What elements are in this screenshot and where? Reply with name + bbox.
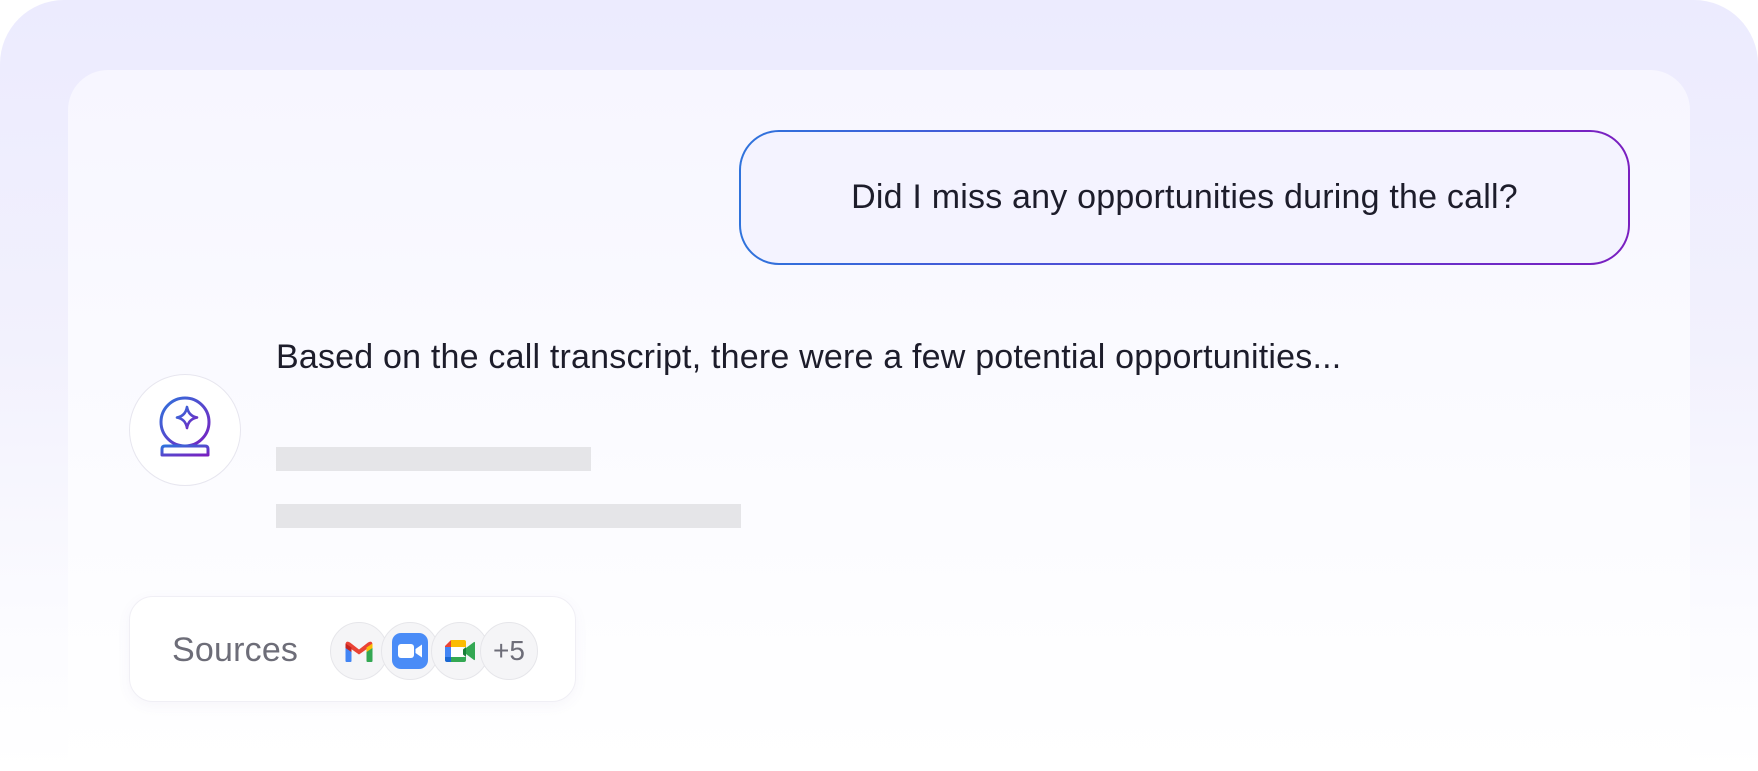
user-message-text: Did I miss any opportunities during the … xyxy=(741,132,1628,263)
sources-label: Sources xyxy=(172,631,299,669)
assistant-avatar xyxy=(129,374,241,486)
crystal-ball-sparkle-icon xyxy=(155,395,215,466)
assistant-answer-text: Based on the call transcript, there were… xyxy=(276,338,1342,376)
loading-line xyxy=(276,447,591,471)
loading-line xyxy=(276,504,741,528)
gmail-icon[interactable] xyxy=(330,622,388,680)
more-sources-count[interactable]: +5 xyxy=(480,622,538,680)
user-message-bubble: Did I miss any opportunities during the … xyxy=(739,130,1630,265)
sources-card[interactable]: Sources +5 xyxy=(129,596,576,702)
